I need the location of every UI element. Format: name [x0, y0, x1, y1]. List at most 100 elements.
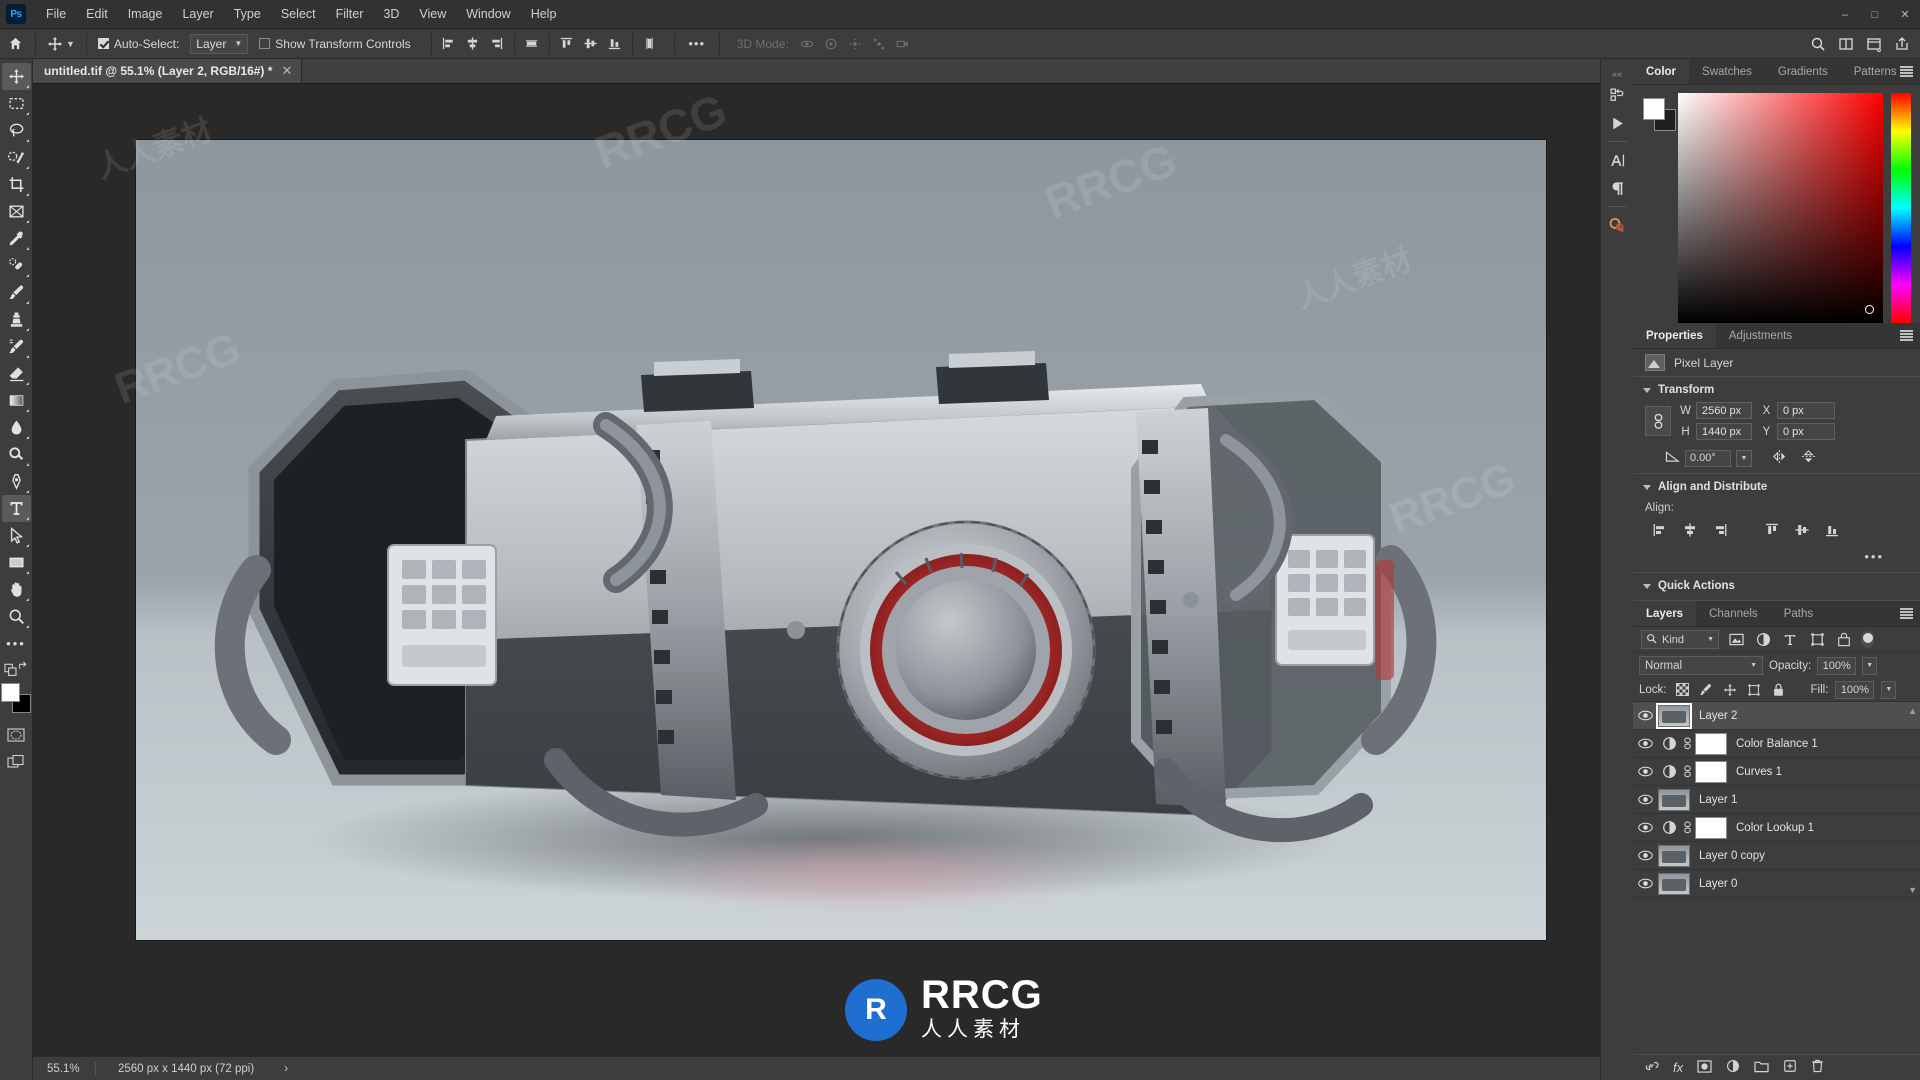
- menu-image[interactable]: Image: [118, 3, 173, 25]
- layer-name[interactable]: Layer 2: [1690, 710, 1737, 722]
- frame-tool[interactable]: [2, 198, 31, 225]
- move-tool[interactable]: [1, 63, 31, 90]
- pen-tool[interactable]: [2, 468, 31, 495]
- menu-filter[interactable]: Filter: [326, 3, 374, 25]
- align-vertical-center-icon[interactable]: [579, 33, 603, 55]
- layer-visibility-icon[interactable]: [1633, 794, 1658, 805]
- close-icon[interactable]: ✕: [1890, 0, 1920, 29]
- layer-mask-thumbnail[interactable]: [1695, 816, 1727, 839]
- align-horizontal-center-icon[interactable]: [461, 33, 485, 55]
- swap-colors-icon[interactable]: [2, 657, 31, 679]
- layer-name[interactable]: Layer 0: [1690, 878, 1737, 890]
- angle-input[interactable]: 0.00°: [1685, 449, 1731, 467]
- layer-name[interactable]: Layer 1: [1690, 794, 1737, 806]
- distribute-horizontal-icon[interactable]: [520, 33, 544, 55]
- layer-name[interactable]: Curves 1: [1727, 766, 1782, 778]
- menu-help[interactable]: Help: [521, 3, 567, 25]
- link-aspect-ratio-icon[interactable]: [1645, 406, 1671, 436]
- align-right-icon[interactable]: [485, 33, 509, 55]
- new-group-icon[interactable]: [1754, 1060, 1769, 1076]
- layer-mask-thumbnail[interactable]: [1695, 760, 1727, 783]
- opacity-dropdown-icon[interactable]: ▼: [1862, 656, 1878, 675]
- menu-layer[interactable]: Layer: [172, 3, 223, 25]
- table-row[interactable]: Layer 2 ▲: [1633, 702, 1920, 730]
- layer-thumbnail[interactable]: [1656, 702, 1692, 729]
- rectangular-marquee-tool[interactable]: [2, 90, 31, 117]
- y-input[interactable]: 0 px: [1777, 423, 1835, 440]
- layer-thumbnail[interactable]: [1658, 872, 1690, 895]
- menu-type[interactable]: Type: [224, 3, 271, 25]
- width-input[interactable]: 2560 px: [1696, 402, 1752, 419]
- crop-tool[interactable]: [2, 171, 31, 198]
- history-brush-tool[interactable]: [2, 333, 31, 360]
- align-left-icon[interactable]: [437, 33, 461, 55]
- actions-panel-icon[interactable]: [1604, 109, 1630, 137]
- link-mask-icon[interactable]: [1680, 821, 1695, 834]
- brush-tool[interactable]: [2, 279, 31, 306]
- workspace-switcher-icon[interactable]: [1862, 33, 1886, 55]
- chevron-down-icon[interactable]: [1643, 583, 1651, 589]
- tab-gradients[interactable]: Gradients: [1765, 59, 1841, 84]
- arrange-documents-icon[interactable]: [1834, 33, 1858, 55]
- layer-visibility-icon[interactable]: [1633, 822, 1658, 833]
- table-row[interactable]: Layer 1: [1633, 786, 1920, 814]
- tab-swatches[interactable]: Swatches: [1689, 59, 1765, 84]
- eyedropper-tool[interactable]: [2, 225, 31, 252]
- table-row[interactable]: Color Balance 1: [1633, 730, 1920, 758]
- screen-mode-icon[interactable]: [2, 748, 31, 775]
- menu-file[interactable]: File: [36, 3, 76, 25]
- lock-all-icon[interactable]: [1770, 681, 1787, 699]
- height-input[interactable]: 1440 px: [1696, 423, 1752, 440]
- add-layer-mask-icon[interactable]: [1697, 1059, 1712, 1076]
- layer-thumbnail[interactable]: [1658, 844, 1690, 867]
- checkbox-box[interactable]: [259, 38, 271, 49]
- filter-adjustment-icon[interactable]: [1753, 630, 1773, 650]
- filter-pixel-icon[interactable]: [1726, 630, 1746, 650]
- table-row[interactable]: Color Lookup 1: [1633, 814, 1920, 842]
- layer-visibility-icon[interactable]: [1633, 878, 1658, 889]
- chevron-down-icon[interactable]: ▼: [1736, 449, 1752, 467]
- adjustment-layer-icon[interactable]: [1658, 817, 1680, 839]
- layer-visibility-icon[interactable]: [1633, 850, 1658, 861]
- transform-section-header[interactable]: Transform: [1633, 377, 1920, 401]
- align-vertical-centers-icon[interactable]: [1787, 519, 1817, 541]
- align-more-options-button[interactable]: •••: [1633, 549, 1920, 572]
- menu-edit[interactable]: Edit: [76, 3, 118, 25]
- type-tool[interactable]: [1, 495, 31, 522]
- history-panel-icon[interactable]: [1604, 81, 1630, 109]
- object-selection-tool[interactable]: [2, 144, 31, 171]
- quick-actions-header[interactable]: Quick Actions: [1633, 573, 1920, 600]
- hue-ramp-slider[interactable]: [1891, 93, 1911, 323]
- zoom-level[interactable]: 55.1%: [33, 1063, 95, 1075]
- layer-list[interactable]: Layer 2 ▲ Color Balance 1 Curves 1 Layer…: [1633, 702, 1920, 1054]
- x-input[interactable]: 0 px: [1777, 402, 1835, 419]
- color-swatches[interactable]: [1, 683, 31, 713]
- align-bottom-icon[interactable]: [603, 33, 627, 55]
- filter-shape-icon[interactable]: [1807, 630, 1827, 650]
- opacity-input[interactable]: 100%: [1817, 656, 1857, 675]
- path-selection-tool[interactable]: [2, 522, 31, 549]
- scroll-up-icon[interactable]: ▲: [1908, 706, 1917, 716]
- blend-mode-dropdown[interactable]: Normal ▼: [1639, 656, 1763, 675]
- lasso-tool[interactable]: [2, 117, 31, 144]
- healing-brush-tool[interactable]: [2, 252, 31, 279]
- tab-color[interactable]: Color: [1633, 59, 1690, 84]
- adjustment-layer-icon[interactable]: [1658, 761, 1680, 783]
- tab-properties[interactable]: Properties: [1633, 323, 1716, 348]
- delete-layer-icon[interactable]: [1811, 1059, 1824, 1076]
- adjustment-layer-icon[interactable]: [1658, 733, 1680, 755]
- chevron-down-icon[interactable]: [1643, 387, 1651, 393]
- lock-transparent-pixels-icon[interactable]: [1674, 681, 1691, 699]
- tab-paths[interactable]: Paths: [1771, 601, 1826, 626]
- character-panel-icon[interactable]: [1604, 146, 1630, 174]
- layer-name[interactable]: Color Balance 1: [1727, 738, 1818, 750]
- auto-select-target-dropdown[interactable]: Layer ▼: [190, 33, 249, 54]
- table-row[interactable]: Layer 0 ▼: [1633, 870, 1920, 898]
- new-adjustment-layer-icon[interactable]: [1726, 1059, 1740, 1076]
- eraser-tool[interactable]: [2, 360, 31, 387]
- close-icon[interactable]: ✕: [281, 63, 292, 79]
- auto-select-checkbox[interactable]: Auto-Select:: [92, 37, 185, 51]
- foreground-color-swatch[interactable]: [1643, 98, 1665, 120]
- align-right-edges-icon[interactable]: [1705, 519, 1735, 541]
- foreground-color-swatch[interactable]: [1, 683, 20, 702]
